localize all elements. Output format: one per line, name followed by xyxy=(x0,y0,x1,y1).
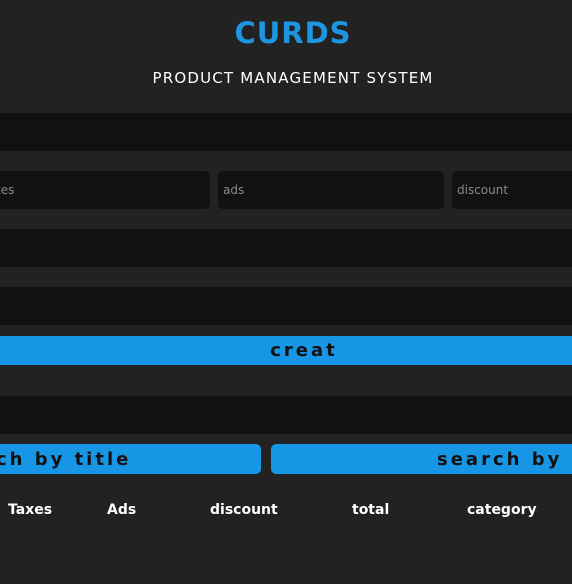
column-header-total: total xyxy=(352,502,390,518)
column-header-category: category xyxy=(467,502,537,518)
app-title: CURDS xyxy=(234,16,352,50)
taxes-input[interactable] xyxy=(0,171,210,209)
search-by-category-button[interactable]: search by category xyxy=(271,444,572,474)
ads-input[interactable] xyxy=(218,171,444,209)
column-header-ads: Ads xyxy=(107,502,137,518)
discount-input[interactable] xyxy=(452,171,572,209)
title-input[interactable] xyxy=(0,113,572,151)
count-input[interactable] xyxy=(0,229,572,267)
search-input[interactable] xyxy=(0,396,572,434)
page: CURDS PRODUCT MANAGEMENT SYSTEM creat se… xyxy=(0,0,572,584)
app-subtitle: PRODUCT MANAGEMENT SYSTEM xyxy=(152,69,434,87)
column-header-discount: discount xyxy=(210,502,278,518)
column-header-taxes: Taxes xyxy=(8,502,53,518)
category-input[interactable] xyxy=(0,287,572,325)
search-by-title-button[interactable]: search by title xyxy=(0,444,261,474)
create-button[interactable]: creat xyxy=(0,336,572,365)
